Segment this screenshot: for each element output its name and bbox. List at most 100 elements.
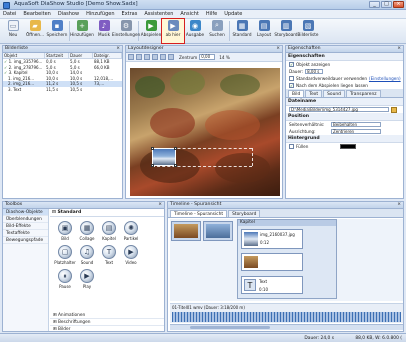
toolbox-item-play[interactable]: ▶ Play	[78, 269, 96, 289]
group-captions[interactable]: ⊞ Beschriftungen	[50, 319, 164, 326]
section-properties[interactable]: Eigenschaften	[286, 53, 403, 61]
panel-close-icon[interactable]: ×	[397, 202, 401, 208]
toolbox-item-collage[interactable]: ▦ Collage	[78, 221, 96, 241]
panel-close-icon[interactable]: ×	[397, 46, 401, 52]
settings-button[interactable]: ⚙ Einstellungen	[112, 19, 140, 43]
tab-text[interactable]: Text	[305, 90, 323, 97]
menu-bearbeiten[interactable]: Bearbeiten	[23, 11, 50, 17]
section-filename[interactable]: Dateiname	[286, 98, 403, 106]
tool-rotate-icon[interactable]	[152, 54, 158, 60]
section-background[interactable]: Hintergrund	[286, 135, 403, 143]
tab-timeline[interactable]: Timeline - Spuransicht	[170, 210, 228, 217]
preview-canvas[interactable]	[130, 68, 280, 196]
menu-extras[interactable]: Extras	[122, 11, 138, 17]
play-button[interactable]: ▶ Abspielen	[140, 19, 162, 43]
resize-handle[interactable]	[174, 164, 177, 167]
wait-after-checkbox[interactable]: ✓	[289, 83, 294, 88]
toolbox-item-placeholder[interactable]: ▢ Platzhalter	[54, 245, 76, 265]
toolbox-item-particle[interactable]: ✺ Partikel	[122, 221, 140, 241]
toolbox-item-image[interactable]: ▣ Bild	[56, 221, 74, 241]
clip-chapter-inner[interactable]	[241, 253, 303, 271]
layout-designer-toolbar: Zentrum 0,00 14 %	[126, 53, 282, 62]
category-transitions[interactable]: Überblendungen	[3, 216, 48, 223]
settings-link[interactable]: (Einstellungen)	[369, 76, 401, 81]
toolbox-item-text[interactable]: T Text	[100, 245, 118, 265]
category-motion-paths[interactable]: Bewegungspfade	[3, 237, 48, 244]
category-image-effects[interactable]: Bild-Effekte	[3, 223, 48, 230]
column-start[interactable]: Startzeit	[45, 53, 69, 58]
menu-diashow[interactable]: Diashow	[58, 11, 79, 17]
panel-close-icon[interactable]: ×	[158, 202, 162, 208]
maximize-button[interactable]: □	[381, 1, 392, 8]
menu-update[interactable]: Update	[224, 11, 242, 17]
column-duration[interactable]: Dauer	[69, 53, 93, 58]
standard-view-button[interactable]: ▦ Standard	[231, 19, 253, 43]
tool-select-icon[interactable]	[128, 54, 134, 60]
clip-text[interactable]: T Text 0:10	[241, 276, 303, 294]
save-button[interactable]: ▪ Speichern	[46, 19, 68, 43]
add-button[interactable]: + Hinzufügen	[70, 19, 94, 43]
audio-track[interactable]: 01-Titel01 wmv (Dauer: 3:18/200 m)	[170, 303, 403, 323]
fill-checkbox[interactable]	[289, 144, 294, 149]
clip-image-2[interactable]	[203, 221, 233, 241]
play-from-here-button[interactable]: ▶ ab hier	[161, 18, 185, 44]
zoom-percent[interactable]: 14 %	[219, 55, 230, 60]
image-list-view-button[interactable]: ▧ Bilderliste	[297, 19, 319, 43]
music-button[interactable]: ♪ Musik	[93, 19, 115, 43]
resize-handle[interactable]	[151, 147, 154, 150]
tool-move-icon[interactable]	[136, 54, 142, 60]
clip-chapter-image[interactable]: img_2160037.jpg 0:12	[241, 229, 303, 249]
show-object-checkbox[interactable]: ✓	[289, 62, 294, 67]
column-size[interactable]: Dateigr.	[93, 53, 122, 58]
toolbox-item-pause[interactable]: ⏸ Pause	[56, 269, 74, 289]
clip-image-1[interactable]	[171, 221, 201, 241]
menu-hinzufuegen[interactable]: Hinzufügen	[86, 11, 114, 17]
storyboard-view-button[interactable]: ▥ Storyboard	[274, 19, 298, 43]
tab-transparenz[interactable]: Transparenz	[345, 90, 381, 97]
open-button[interactable]: ▰ Öffnen...	[24, 19, 46, 43]
menu-datei[interactable]: Datei	[3, 11, 16, 17]
new-button[interactable]: ▭ Neu	[2, 19, 24, 43]
table-row[interactable]: 3. Text 11,5 s 10,5 s	[3, 87, 122, 93]
panel-close-icon[interactable]: ×	[276, 46, 280, 52]
timeline-scrollbar[interactable]	[170, 324, 403, 330]
filename-input[interactable]: D:\Media\Bilder\img_5314427.jpg	[289, 106, 389, 113]
timeline-scroll-thumb[interactable]	[190, 326, 270, 329]
tab-sound[interactable]: Sound	[323, 90, 345, 97]
resize-handle[interactable]	[174, 147, 177, 150]
toolbox-item-video[interactable]: ▶ Video	[122, 245, 140, 265]
output-button[interactable]: ◉ Ausgabe	[184, 19, 206, 43]
tool-path-icon[interactable]	[160, 54, 166, 60]
toolbox-item-chapter[interactable]: ▤ Kapitel	[100, 221, 118, 241]
category-diashow-objects[interactable]: Diashow-Objekte	[3, 209, 48, 216]
menu-ansicht[interactable]: Ansicht	[180, 11, 198, 17]
column-object[interactable]: Objekt	[3, 53, 45, 58]
std-duration-checkbox[interactable]	[289, 76, 294, 81]
align-select[interactable]: Zentrieren	[331, 128, 381, 135]
menu-hilfe[interactable]: Hilfe	[206, 11, 217, 17]
zoom-input[interactable]: 0,00	[199, 54, 216, 60]
resize-handle[interactable]	[151, 164, 154, 167]
aspect-select[interactable]: Beibehalten	[331, 121, 381, 128]
tab-bild[interactable]: Bild	[288, 90, 305, 97]
chapter-clip[interactable]: Kapitel img_2160037.jpg 0:12 T Text 0:10	[237, 219, 337, 299]
duration-input[interactable]: 8,00 s	[305, 68, 324, 75]
tab-storyboard[interactable]: Storyboard	[228, 210, 261, 217]
fill-color-swatch[interactable]	[340, 144, 357, 149]
tool-resize-icon[interactable]	[144, 54, 150, 60]
search-button[interactable]: ⌕ Suchen	[206, 19, 228, 43]
toolbox-item-sound[interactable]: ♫ Sound	[78, 245, 96, 265]
tool-crop-icon[interactable]	[168, 54, 174, 60]
group-standard[interactable]: ⊟ Standard	[50, 209, 164, 217]
group-images[interactable]: ⊞ Bilder	[50, 326, 164, 333]
panel-close-icon[interactable]: ×	[116, 46, 120, 52]
close-button[interactable]: ×	[393, 1, 404, 8]
browse-icon[interactable]	[391, 106, 397, 113]
group-animations[interactable]: ⊞ Animationen	[50, 312, 164, 319]
menu-assistenten[interactable]: Assistenten	[144, 11, 173, 17]
inset-image[interactable]	[151, 147, 177, 167]
section-position[interactable]: Position	[286, 113, 403, 121]
category-text-effects[interactable]: Textaffekte	[3, 230, 48, 237]
minimize-button[interactable]: _	[369, 1, 380, 8]
layout-view-button[interactable]: ▤ Layout	[253, 19, 275, 43]
